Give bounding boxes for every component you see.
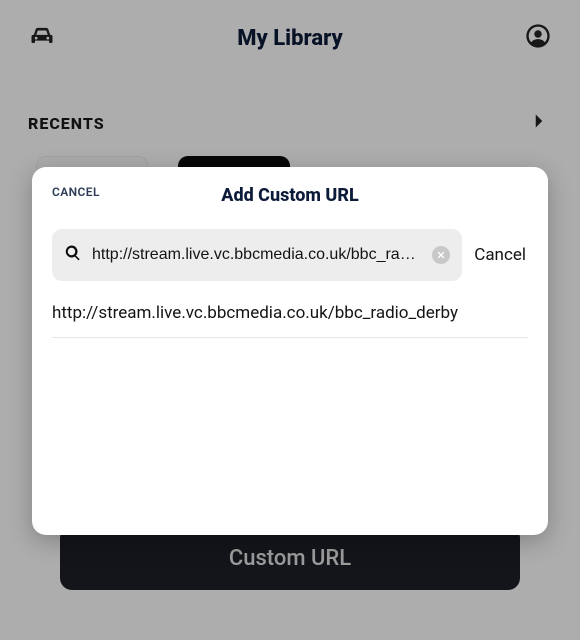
modal-title: Add Custom URL	[221, 185, 358, 206]
add-custom-url-modal: CANCEL Add Custom URL Cancel http://stre…	[32, 167, 548, 535]
search-icon	[64, 244, 82, 266]
url-search-row: Cancel	[52, 229, 528, 281]
url-input[interactable]	[92, 246, 422, 264]
modal-header: CANCEL Add Custom URL	[52, 183, 528, 207]
url-search-field[interactable]	[52, 229, 462, 281]
clear-input-icon[interactable]	[432, 246, 450, 264]
modal-cancel-top[interactable]: CANCEL	[52, 185, 100, 199]
search-cancel-button[interactable]: Cancel	[472, 245, 528, 265]
url-result-item[interactable]: http://stream.live.vc.bbcmedia.co.uk/bbc…	[52, 303, 528, 338]
